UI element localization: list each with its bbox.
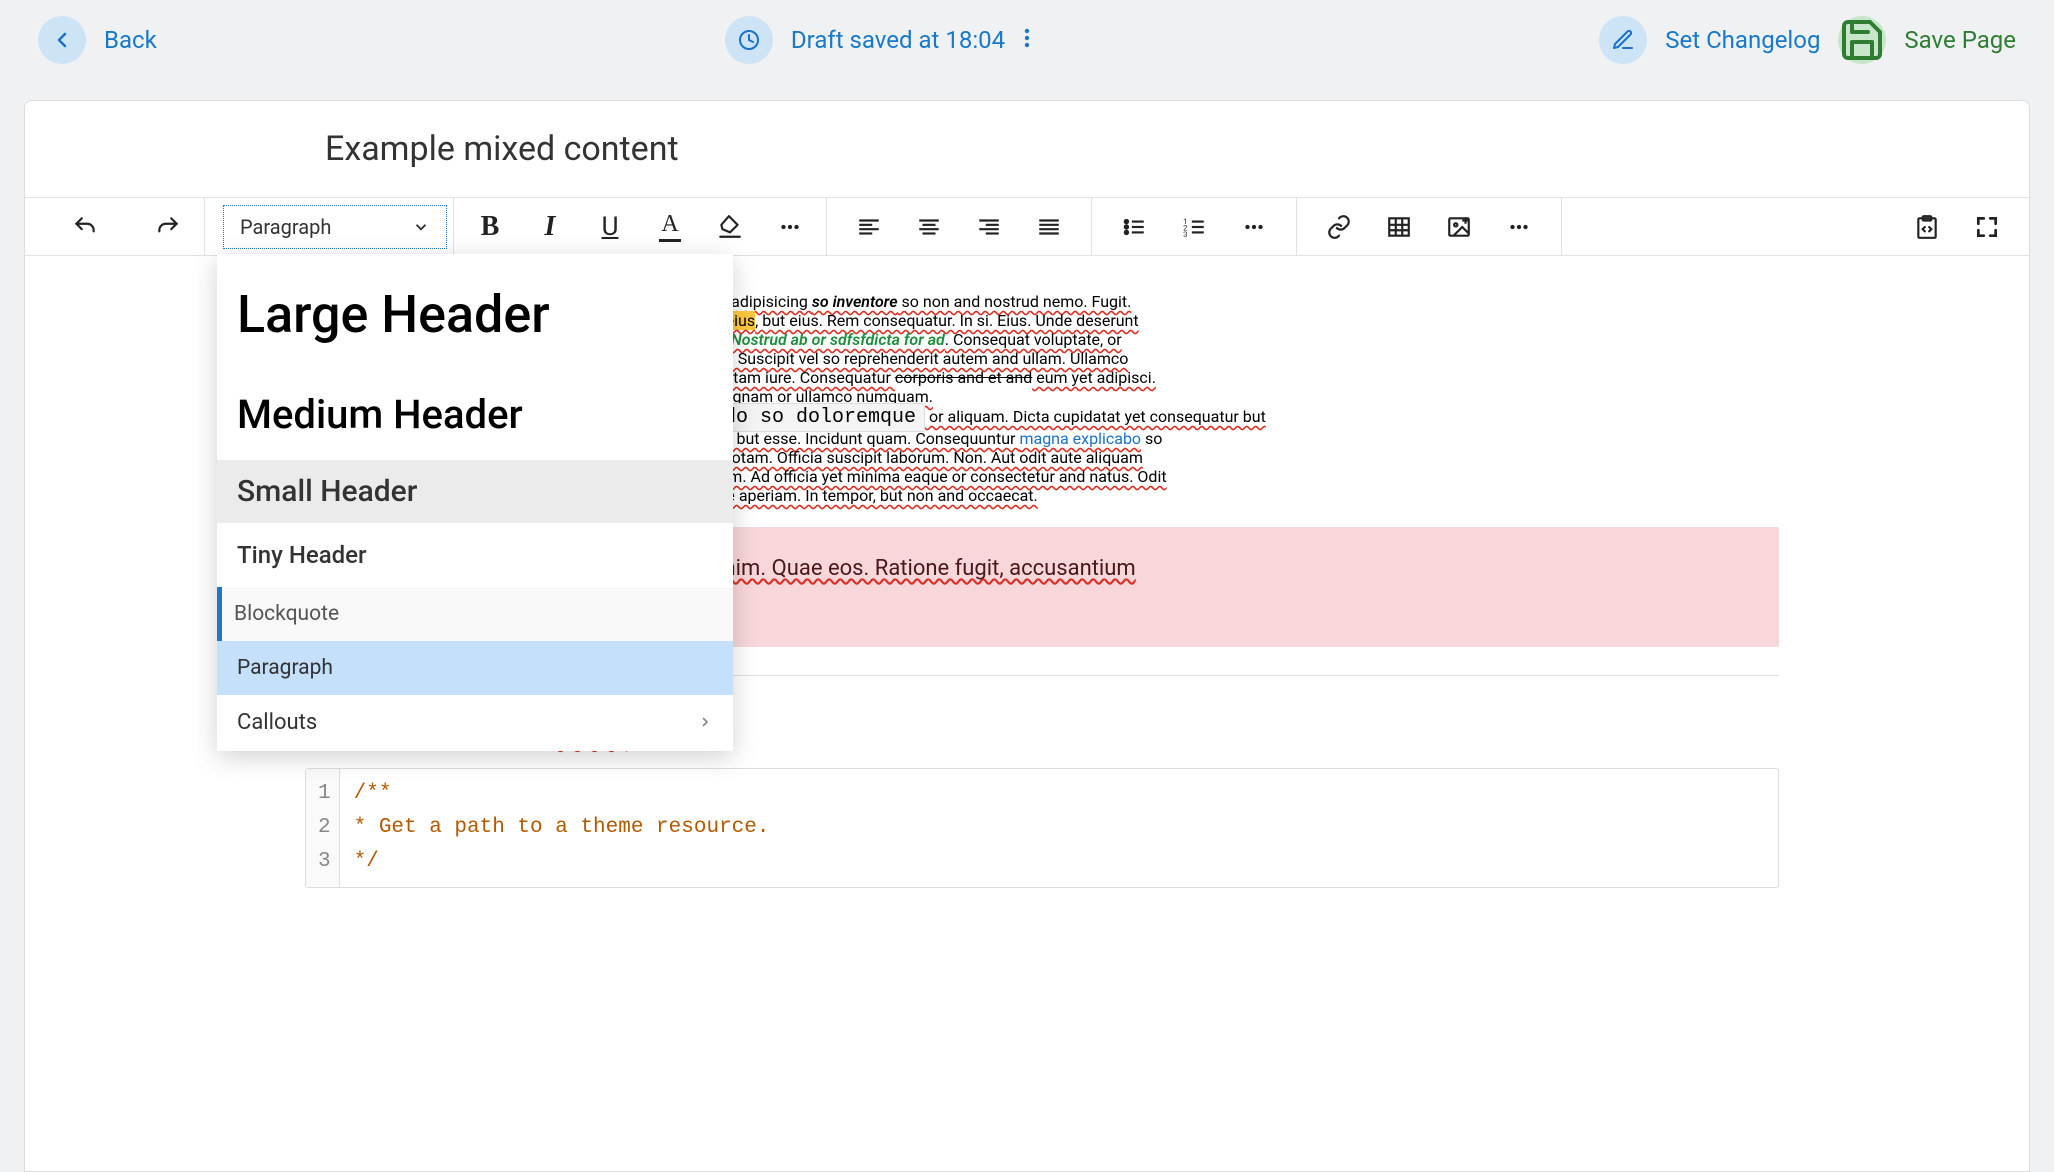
toolbar-group-view [1885,198,2029,255]
dropdown-callouts-label: Callouts [237,710,317,735]
image-button[interactable] [1435,203,1483,251]
text-color-button[interactable]: A [646,203,694,251]
toolbar-group-type: Paragraph Large Header Medium Header Sma… [205,198,454,255]
toolbar-group-history [25,198,205,255]
underline-button[interactable]: U [586,203,634,251]
block-type-select[interactable]: Paragraph [223,205,447,249]
more-insert-button[interactable] [1495,203,1543,251]
changelog-link[interactable]: Set Changelog [1665,26,1820,54]
more-list-button[interactable] [1230,203,1278,251]
code-body[interactable]: /** * Get a path to a theme resource. */ [340,769,784,887]
draft-overflow-icon[interactable] [1023,27,1031,53]
history-icon-button[interactable] [725,16,773,64]
align-center-button[interactable] [905,203,953,251]
source-code-button[interactable] [1903,203,1951,251]
align-right-button[interactable] [965,203,1013,251]
toolbar: Paragraph Large Header Medium Header Sma… [25,198,2029,256]
back-link[interactable]: Back [104,26,157,54]
dropdown-large-header[interactable]: Large Header [217,260,733,369]
dropdown-tiny-header[interactable]: Tiny Header [217,523,733,587]
toolbar-group-format: B I U A [454,198,827,255]
code-block[interactable]: 123 /** * Get a path to a theme resource… [305,768,1779,888]
toolbar-group-align [827,198,1092,255]
italic-button[interactable]: I [526,203,574,251]
chevron-down-icon [412,218,430,236]
save-link[interactable]: Save Page [1904,26,2016,54]
more-format-button[interactable] [766,203,814,251]
save-icon-button[interactable] [1838,16,1886,64]
dropdown-paragraph[interactable]: Paragraph [217,641,733,695]
back-icon-button[interactable] [38,16,86,64]
paragraph-2[interactable]: mque commodo so doloremque or aliquam. D… [595,406,1779,505]
dropdown-callouts[interactable]: Callouts [217,695,733,749]
chevron-right-icon [697,714,713,730]
toolbar-group-lists: 123 [1092,198,1297,255]
fullscreen-button[interactable] [1963,203,2011,251]
header-bar: Back Draft saved at 18:04 Set Changelog … [0,0,2054,80]
block-type-dropdown: Large Header Medium Header Small Header … [217,254,733,751]
redo-button[interactable] [144,203,192,251]
align-justify-button[interactable] [1025,203,1073,251]
dropdown-blockquote[interactable]: Blockquote [217,587,733,641]
highlight-color-button[interactable] [706,203,754,251]
dropdown-medium-header[interactable]: Medium Header [217,369,733,460]
page-title[interactable]: Example mixed content [25,101,2029,198]
link-button[interactable] [1315,203,1363,251]
code-gutter: 123 [306,769,340,887]
bold-button[interactable]: B [466,203,514,251]
editor-container: Example mixed content Paragraph Large He… [24,100,2030,1172]
align-left-button[interactable] [845,203,893,251]
number-list-button[interactable]: 123 [1170,203,1218,251]
toolbar-group-insert [1297,198,1562,255]
dropdown-small-header[interactable]: Small Header [217,460,733,523]
draft-status: Draft saved at 18:04 [791,26,1005,54]
bullet-list-button[interactable] [1110,203,1158,251]
changelog-icon-button[interactable] [1599,16,1647,64]
paragraph-1[interactable]: adipisci. Cupidatat adipisicing so inven… [595,292,1779,406]
svg-text:3: 3 [1183,229,1187,238]
undo-button[interactable] [61,203,109,251]
table-button[interactable] [1375,203,1423,251]
block-type-label: Paragraph [240,215,331,239]
